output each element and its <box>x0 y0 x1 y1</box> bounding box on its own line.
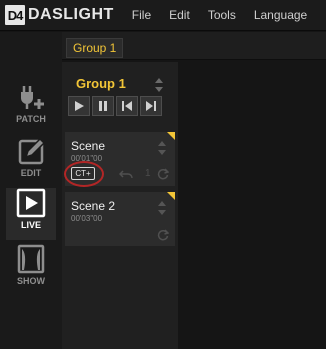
scene-time: 00'03"00 <box>71 214 103 223</box>
group-title: Group 1 <box>76 76 126 91</box>
top-menu-bar: D4 DASLIGHT File Edit Tools Language <box>0 0 326 31</box>
mode-sidebar: PATCH EDIT LIVE SHOW <box>0 32 62 349</box>
sidebar-item-label: EDIT <box>20 168 42 178</box>
undo-icon[interactable] <box>119 169 133 179</box>
transport-controls <box>68 96 164 116</box>
previous-icon <box>122 101 132 111</box>
tab-group-1[interactable]: Group 1 <box>66 38 124 58</box>
sidebar-item-patch[interactable]: PATCH <box>6 82 56 134</box>
live-play-icon <box>16 188 46 218</box>
scene-loop-count: 1 <box>145 168 151 179</box>
next-button[interactable] <box>140 96 162 116</box>
sidebar-item-live[interactable]: LIVE <box>6 188 56 240</box>
logo-name: DASLIGHT <box>28 6 114 23</box>
daslight-logo: D4 DASLIGHT <box>5 5 114 25</box>
group-tab-bar: Group 1 <box>62 32 326 60</box>
next-icon <box>146 101 156 111</box>
sidebar-item-label: PATCH <box>16 114 46 124</box>
live-workspace <box>180 62 326 349</box>
logo-mark: D4 <box>5 5 25 25</box>
scene-name: Scene 2 <box>71 199 116 213</box>
edit-icon <box>18 137 46 165</box>
patch-icon <box>21 86 44 109</box>
play-button[interactable] <box>68 96 90 116</box>
pause-button[interactable] <box>92 96 114 116</box>
sidebar-item-label: SHOW <box>17 276 45 286</box>
sidebar-item-label: LIVE <box>20 220 41 230</box>
previous-button[interactable] <box>116 96 138 116</box>
scene-card[interactable]: Scene 2 00'03"00 <box>65 192 175 246</box>
group-panel: Group 1 Scene 00'01"00 CT+ 1 Scene 2 00'… <box>62 62 178 349</box>
menu-file[interactable]: File <box>132 8 151 22</box>
menu-language[interactable]: Language <box>254 8 307 22</box>
highlight-ring <box>64 161 104 187</box>
menu-tools[interactable]: Tools <box>208 8 236 22</box>
pause-icon <box>99 101 107 111</box>
loop-icon[interactable] <box>157 229 169 241</box>
scene-corner-marker <box>167 192 175 200</box>
scene-spinner-icon[interactable] <box>157 200 167 216</box>
loop-icon[interactable] <box>157 168 169 180</box>
scene-corner-marker <box>167 132 175 140</box>
group-spinner-icon[interactable] <box>154 76 164 94</box>
sidebar-item-edit[interactable]: EDIT <box>6 136 56 188</box>
play-icon <box>75 101 84 111</box>
scene-name: Scene <box>71 139 106 153</box>
show-curtain-icon <box>17 244 45 274</box>
scene-card[interactable]: Scene 00'01"00 CT+ 1 <box>64 132 175 187</box>
menu-edit[interactable]: Edit <box>169 8 190 22</box>
sidebar-item-show[interactable]: SHOW <box>6 244 56 296</box>
scene-spinner-icon[interactable] <box>157 140 167 156</box>
menu-bar: File Edit Tools Language <box>132 8 325 22</box>
